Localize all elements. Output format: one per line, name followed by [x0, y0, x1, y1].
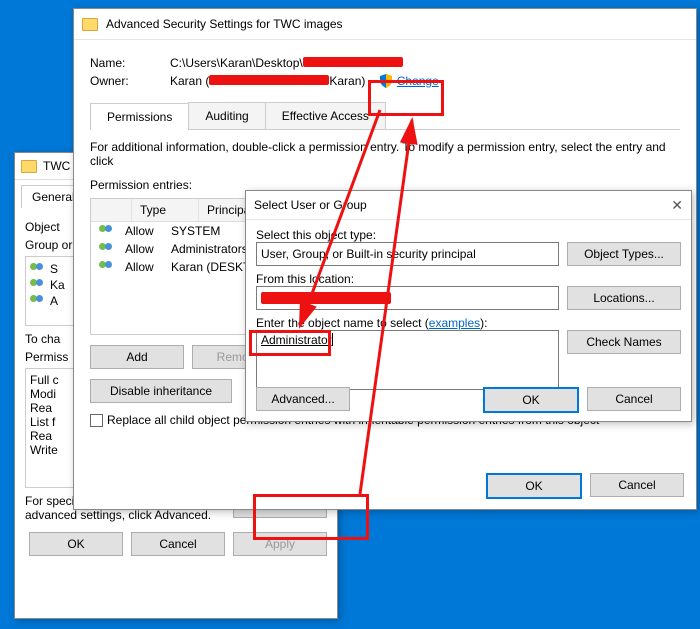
owner-value: Karan (Karan) Change — [170, 74, 439, 88]
users-icon — [30, 263, 46, 275]
location-field — [256, 286, 559, 310]
adv-titlebar: Advanced Security Settings for TWC image… — [74, 9, 696, 40]
info-text: For additional information, double-click… — [90, 140, 680, 168]
users-icon — [30, 295, 46, 307]
location-label: From this location: — [256, 272, 681, 286]
name-key: Name: — [90, 56, 170, 70]
cancel-button[interactable]: Cancel — [131, 532, 225, 556]
select-user-dialog: Select User or Group ✕ Select this objec… — [245, 190, 692, 422]
sel-advanced-button[interactable]: Advanced... — [256, 387, 350, 411]
sel-titlebar: Select User or Group ✕ — [246, 191, 691, 220]
replace-checkbox[interactable] — [90, 414, 103, 427]
object-type-label: Select this object type: — [256, 228, 681, 242]
sel-cancel-button[interactable]: Cancel — [587, 387, 681, 411]
close-icon[interactable]: ✕ — [671, 197, 683, 214]
object-names-input[interactable]: Administrator — [256, 330, 559, 390]
tab-permissions[interactable]: Permissions — [90, 103, 189, 130]
properties-title: TWC — [43, 153, 70, 179]
adv-tabstrip: Permissions Auditing Effective Access — [90, 102, 680, 130]
folder-icon — [21, 160, 37, 173]
object-type-field: User, Group, or Built-in security princi… — [256, 242, 559, 266]
sel-title: Select User or Group — [254, 198, 367, 212]
folder-icon — [82, 18, 98, 31]
adv-cancel-button[interactable]: Cancel — [590, 473, 684, 497]
add-button[interactable]: Add — [90, 345, 184, 369]
name-value: C:\Users\Karan\Desktop\ — [170, 56, 403, 70]
users-icon — [99, 225, 115, 237]
users-icon — [30, 279, 46, 291]
users-icon — [99, 261, 115, 273]
sel-ok-button[interactable]: OK — [483, 387, 579, 413]
shield-icon — [379, 74, 393, 88]
adv-ok-button[interactable]: OK — [486, 473, 582, 499]
locations-button[interactable]: Locations... — [567, 286, 681, 310]
object-types-button[interactable]: Object Types... — [567, 242, 681, 266]
tab-effective-access[interactable]: Effective Access — [265, 102, 386, 129]
apply-button[interactable]: Apply — [233, 532, 327, 556]
adv-title: Advanced Security Settings for TWC image… — [106, 17, 343, 31]
users-icon — [99, 243, 115, 255]
check-names-button[interactable]: Check Names — [567, 330, 681, 354]
disable-inheritance-button[interactable]: Disable inheritance — [90, 379, 232, 403]
ok-button[interactable]: OK — [29, 532, 123, 556]
tab-auditing[interactable]: Auditing — [188, 102, 265, 129]
owner-key: Owner: — [90, 74, 170, 88]
object-names-label: Enter the object name to select (example… — [256, 316, 681, 330]
change-owner-link[interactable]: Change — [397, 74, 439, 88]
examples-link[interactable]: examples — [429, 316, 480, 330]
